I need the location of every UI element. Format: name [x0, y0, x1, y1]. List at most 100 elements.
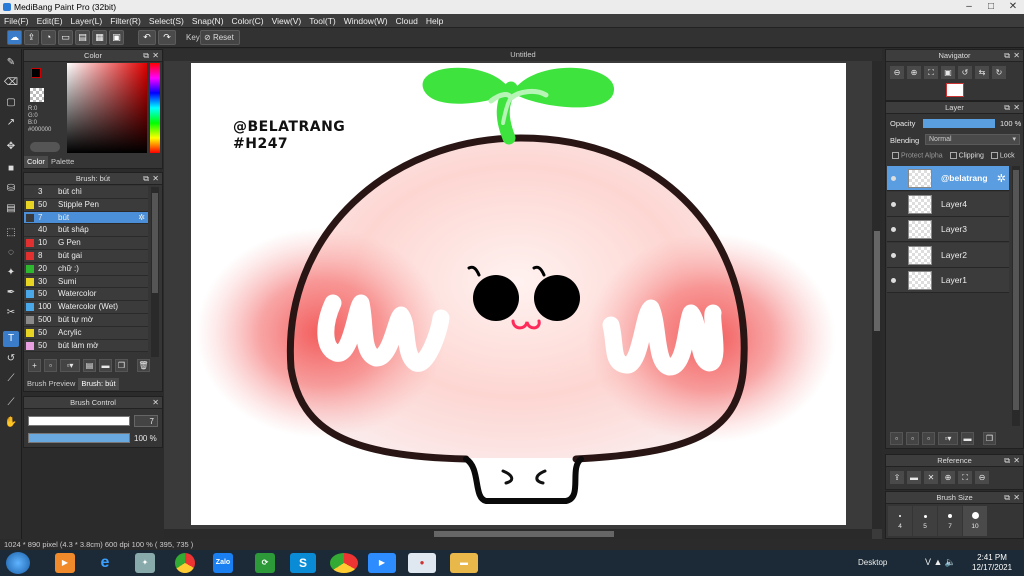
comment-icon[interactable]: ▭ — [58, 30, 73, 45]
color-options[interactable] — [30, 142, 60, 152]
close-icon[interactable]: ✕ — [1013, 102, 1020, 114]
tray-icons[interactable]: V ▲ 🔈 — [925, 557, 956, 568]
layer-row[interactable]: Layer2 — [887, 242, 1009, 268]
layer-row[interactable]: Layer1 — [887, 268, 1009, 294]
brush-item[interactable]: 10 G Pen — [24, 237, 148, 250]
duplicate-layer-icon[interactable]: ❐ — [983, 432, 996, 445]
float-icon[interactable]: ⧉ — [1004, 455, 1010, 467]
layer-row[interactable]: @belatrang ✲ — [887, 166, 1009, 191]
dropper-tool-icon[interactable]: ⟋ — [3, 395, 19, 411]
brush-item[interactable]: 50 Watercolor — [24, 288, 148, 302]
eye-icon[interactable] — [891, 201, 896, 207]
new-brush-icon[interactable]: ▫ — [44, 359, 57, 372]
cloud-icon[interactable]: ☁ — [7, 30, 22, 45]
brush-item[interactable]: 40 bút sháp — [24, 224, 148, 238]
rect-tool-icon[interactable]: ▢ — [3, 95, 19, 111]
bucket-tool-icon[interactable]: ⛁ — [3, 181, 19, 197]
float-icon[interactable]: ⧉ — [143, 50, 149, 62]
brush-copy-icon[interactable]: ▤ — [83, 359, 96, 372]
rotate-left-icon[interactable]: ↺ — [958, 66, 972, 79]
float-icon[interactable]: ⧉ — [1004, 492, 1010, 504]
export-icon[interactable]: ⇪ — [24, 30, 39, 45]
menu-cloud[interactable]: Cloud — [392, 14, 422, 28]
menu-filter[interactable]: Filter(R) — [106, 14, 145, 28]
brush-folder-icon[interactable]: ▬ — [99, 359, 112, 372]
layer-opacity-slider[interactable] — [923, 119, 995, 128]
brush-item[interactable]: 50 bút làm mờ — [24, 339, 148, 353]
close-icon[interactable]: ✕ — [1013, 455, 1020, 467]
layer-menu-icon[interactable]: ▫▾ — [938, 432, 958, 445]
clock[interactable]: 2:41 PM 12/17/2021 — [972, 553, 1012, 573]
panel-icon[interactable]: ▤ — [75, 30, 90, 45]
menu-view[interactable]: View(V) — [268, 14, 306, 28]
brush-item[interactable]: 50 Acrylic — [24, 326, 148, 340]
gear-icon[interactable]: ✲ — [138, 212, 145, 224]
brush-item[interactable]: 20 chữ :) — [24, 262, 148, 276]
redo-icon[interactable]: ↷ — [158, 30, 176, 45]
eye-icon[interactable] — [891, 278, 896, 284]
ref-zoom-in-icon[interactable]: ⊕ — [941, 471, 955, 484]
add-brush-icon[interactable]: + — [28, 359, 41, 372]
undo-icon[interactable]: ↶ — [138, 30, 156, 45]
eye-icon[interactable] — [891, 176, 896, 181]
fit-icon[interactable]: ⛶ — [924, 66, 938, 79]
rotate-right-icon[interactable]: ↻ — [992, 66, 1006, 79]
zoom-icon[interactable]: ▶ — [368, 553, 396, 573]
new-layer2-icon[interactable]: ▫ — [906, 432, 919, 445]
layer-scrollbar[interactable] — [1012, 166, 1020, 426]
upload-icon[interactable]: ⇪ — [890, 471, 904, 484]
close-button[interactable]: ✕ — [1002, 0, 1024, 14]
hand-tool-icon[interactable]: ✋ — [3, 415, 19, 431]
close-ref-icon[interactable]: ✕ — [924, 471, 938, 484]
brush-item[interactable]: 8 bút gai — [24, 250, 148, 263]
close-icon[interactable]: ✕ — [152, 50, 159, 62]
navigator-preview[interactable] — [946, 83, 964, 97]
medibang-icon[interactable]: ● — [408, 553, 436, 573]
tab-palette[interactable]: Palette — [48, 156, 77, 168]
color-field[interactable] — [67, 63, 147, 153]
tab-brush-preview[interactable]: Brush Preview — [24, 378, 78, 390]
menu-select[interactable]: Select(S) — [145, 14, 188, 28]
flip-icon[interactable]: ⇆ — [975, 66, 989, 79]
reset-button[interactable]: ⊘ Reset — [200, 30, 240, 45]
skype-icon[interactable]: S — [290, 553, 316, 573]
start-button[interactable] — [6, 552, 30, 574]
move-tool-icon[interactable]: ✥ — [3, 139, 19, 155]
select-tool-icon[interactable]: ⬚ — [3, 225, 19, 241]
transparent-swatch[interactable] — [30, 88, 44, 102]
menu-color[interactable]: Color(C) — [228, 14, 268, 28]
clipping-checkbox[interactable] — [949, 152, 957, 159]
layer-row[interactable]: Layer4 — [887, 191, 1009, 217]
maximize-button[interactable]: □ — [980, 0, 1002, 14]
sync-app-icon[interactable]: ⟳ — [255, 553, 275, 573]
chrome-icon[interactable] — [175, 553, 195, 573]
select-eraser-icon[interactable]: ✂ — [3, 305, 19, 321]
brush-size-4[interactable]: 4 — [888, 506, 912, 536]
eye-icon[interactable] — [891, 227, 896, 233]
chrome-window-icon[interactable] — [330, 553, 358, 573]
menu-help[interactable]: Help — [422, 14, 447, 28]
speech-bubble-icon[interactable]: ◔ — [41, 30, 56, 45]
brush-item[interactable]: 3 bút chì — [24, 186, 148, 199]
foreground-swatch[interactable] — [31, 68, 41, 78]
new-layer-icon[interactable]: ▫ — [890, 432, 903, 445]
brush-item[interactable]: 50 Stipple Pen — [24, 198, 148, 212]
float-icon[interactable]: ⧉ — [1004, 50, 1010, 62]
internet-explorer-icon[interactable]: e — [95, 553, 115, 573]
document-tab[interactable]: Untitled — [164, 49, 882, 61]
blending-select[interactable]: Normal ▾ — [925, 134, 1020, 145]
zoom-in-icon[interactable]: ⊕ — [907, 66, 921, 79]
folder-icon[interactable]: ▬ — [961, 432, 974, 445]
media-player-icon[interactable]: ▶ — [55, 553, 75, 573]
float-icon[interactable]: ⧉ — [143, 173, 149, 185]
minimize-button[interactable]: – — [958, 0, 980, 14]
zoom-out-icon[interactable]: ⊖ — [890, 66, 904, 79]
brush-tool-icon[interactable]: ✎ — [3, 55, 19, 71]
lock-checkbox[interactable] — [990, 152, 998, 159]
gradient-tool-icon[interactable]: ▤ — [3, 201, 19, 217]
gear-icon[interactable]: ✲ — [997, 172, 1006, 185]
brush-item[interactable]: 30 Sumi — [24, 275, 148, 289]
actual-size-icon[interactable]: ▣ — [941, 66, 955, 79]
operation-tool-icon[interactable]: ↺ — [3, 351, 19, 367]
close-icon[interactable]: ✕ — [1013, 492, 1020, 504]
